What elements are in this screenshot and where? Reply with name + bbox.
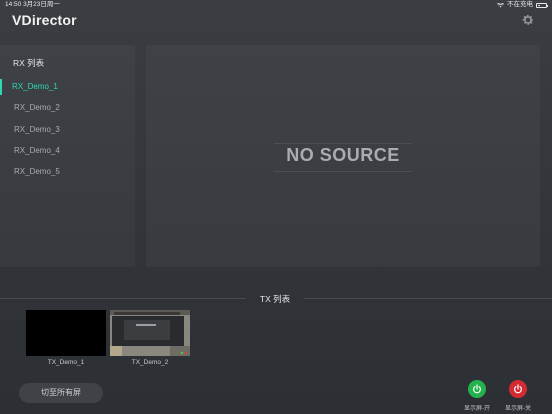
switch-all-screens-button[interactable]: 切至所有屏 <box>19 383 103 403</box>
gear-icon[interactable] <box>521 13 535 27</box>
preview-pane: NO SOURCE <box>146 45 540 267</box>
camera-preview-image <box>110 310 190 356</box>
rx-item-5[interactable]: RX_Demo_5 <box>0 163 135 181</box>
power-icon <box>473 384 481 394</box>
status-time-date: 14:50 3月23日周一 <box>5 1 60 8</box>
tx-list-title: TX 列表 <box>259 294 291 304</box>
divider <box>274 171 412 172</box>
tx-label-1: TX_Demo_1 <box>47 359 85 366</box>
tx-thumbnail-1[interactable] <box>26 310 106 356</box>
rx-list-title: RX 列表 <box>13 58 45 68</box>
app-logo: VDirector <box>12 12 77 28</box>
wifi-icon <box>497 2 504 7</box>
display-off-label: 显示屏-关 <box>505 406 531 412</box>
status-bar: 14:50 3月23日周一 不在充电 <box>0 0 552 10</box>
tx-thumbnail-2[interactable] <box>110 310 190 356</box>
battery-icon <box>536 2 548 8</box>
rx-sidebar: RX 列表 RX_Demo_1 RX_Demo_2 RX_Demo_3 RX_D… <box>0 45 135 267</box>
divider <box>304 298 552 299</box>
rx-item-1[interactable]: RX_Demo_1 <box>0 78 135 96</box>
power-icon <box>514 384 522 394</box>
display-on-label: 显示屏-开 <box>464 406 490 412</box>
no-source-text: NO SOURCE <box>286 145 400 165</box>
divider <box>274 143 412 144</box>
divider <box>0 298 246 299</box>
rx-item-4[interactable]: RX_Demo_4 <box>0 142 135 160</box>
status-right: 不在充电 <box>497 0 548 10</box>
display-on-button[interactable] <box>468 380 486 398</box>
rx-item-2[interactable]: RX_Demo_2 <box>0 99 135 117</box>
display-off-button[interactable] <box>509 380 527 398</box>
charging-status: 不在充电 <box>507 1 533 8</box>
tx-label-2: TX_Demo_2 <box>131 359 169 366</box>
rx-item-3[interactable]: RX_Demo_3 <box>0 121 135 139</box>
